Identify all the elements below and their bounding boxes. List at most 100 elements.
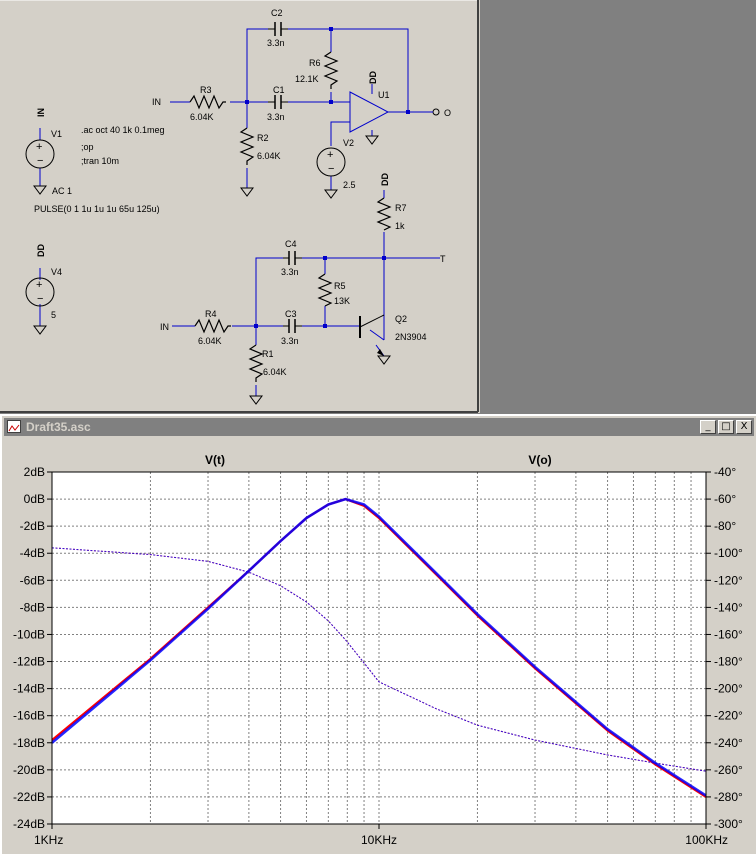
r3-name: R3 [200, 85, 212, 95]
left-tick-label: -24dB [13, 817, 45, 831]
r6-name: R6 [309, 58, 321, 68]
u1-name: U1 [378, 90, 390, 100]
r4-value: 6.04K [198, 336, 222, 346]
maximize-button[interactable]: □ [718, 420, 734, 434]
v1-name: V1 [51, 129, 62, 139]
right-tick-label: -200° [714, 682, 743, 696]
r1-name: R1 [262, 349, 274, 359]
r2-value: 6.04K [257, 151, 281, 161]
left-axis-ticks: 2dB 0dB -2dB -4dB -6dB -8dB -10dB -12dB -14dB -16… [13, 465, 52, 831]
wires-top [170, 28, 425, 190]
schematic-window[interactable]: + − + − + − IN O IN T C2 3.3n R6 12.1K R3 6… [0, 0, 480, 413]
r3-value: 6.04K [190, 112, 214, 122]
right-tick-label: -100° [714, 546, 743, 560]
window-title: Draft35.asc [26, 420, 91, 434]
legend-entry-1[interactable]: V(o) [528, 453, 551, 467]
left-tick-label: -14dB [13, 682, 45, 696]
left-tick-label: -2dB [20, 519, 45, 533]
v1-node-label: IN [36, 108, 46, 117]
v4-name: V4 [51, 267, 62, 277]
r5-name: R5 [334, 281, 346, 291]
label-in-bottom: IN [160, 322, 169, 332]
c2-value: 3.3n [267, 38, 285, 48]
ground-symbols [33, 135, 391, 405]
c4-name: C4 [285, 239, 297, 249]
x-tick-label: 1KHz [34, 833, 63, 847]
right-tick-label: -120° [714, 573, 743, 587]
left-tick-label: -6dB [20, 573, 45, 587]
r6-value: 12.1K [295, 74, 319, 84]
x-tick-label: 10KHz [361, 833, 397, 847]
r5-value: 13K [334, 296, 350, 306]
right-tick-label: -240° [714, 736, 743, 750]
left-tick-label: -22dB [13, 790, 45, 804]
right-tick-label: -40° [714, 465, 736, 479]
right-tick-label: -300° [714, 817, 743, 831]
u1-supply: DD [368, 71, 378, 84]
x-axis-ticks: 1KHz 10KHz 100KHz [34, 824, 728, 847]
close-button[interactable]: X [736, 420, 752, 434]
c3-name: C3 [285, 309, 297, 319]
c1-name: C1 [273, 85, 285, 95]
r7-name: R7 [395, 203, 407, 213]
voltage-source-glyphs [25, 139, 346, 307]
r1-value: 6.04K [263, 367, 287, 377]
r7-supply: DD [380, 173, 390, 186]
right-tick-label: -140° [714, 600, 743, 614]
svg-text:+: + [36, 141, 42, 153]
left-tick-label: -8dB [20, 600, 45, 614]
svg-text:−: − [37, 155, 43, 167]
waveform-app-icon[interactable] [7, 420, 21, 433]
right-tick-label: -280° [714, 790, 743, 804]
r2-name: R2 [257, 133, 269, 143]
left-tick-label: -16dB [13, 709, 45, 723]
svg-text:−: − [37, 293, 43, 305]
c1-value: 3.3n [267, 112, 285, 122]
q2-name: Q2 [395, 314, 407, 324]
v4-value: 5 [51, 310, 56, 320]
directive-op: ;op [81, 142, 94, 152]
c3-value: 3.3n [281, 336, 299, 346]
right-axis-ticks: -40° -60° -80° -100° -120° -140° -160° -180° -20… [706, 465, 743, 831]
c4-value: 3.3n [281, 267, 299, 277]
waveform-title-bar[interactable]: Draft35.asc _ □ X [4, 418, 754, 436]
r7-value: 1k [395, 221, 405, 231]
label-out-o: O [444, 108, 451, 118]
capacitor-glyphs [268, 22, 302, 333]
svg-text:−: − [328, 163, 334, 175]
bode-plot[interactable]: 2dB 0dB -2dB -4dB -6dB -8dB -10dB -12dB -14dB -16… [2, 438, 756, 854]
waveform-window[interactable]: Draft35.asc _ □ X 2dB 0dB -2dB -4dB -6dB -8dB… [0, 414, 756, 854]
left-tick-label: -4dB [20, 546, 45, 560]
left-tick-label: -10dB [13, 627, 45, 641]
right-tick-label: -80° [714, 519, 736, 533]
right-tick-label: -260° [714, 763, 743, 777]
right-tick-label: -220° [714, 709, 743, 723]
directive-ac: .ac oct 40 1k 0.1meg [81, 125, 165, 135]
v1-pulse: PULSE(0 1 1u 1u 1u 65u 125u) [34, 204, 160, 214]
left-tick-label: 2dB [24, 465, 45, 479]
v2-value: 2.5 [343, 180, 356, 190]
output-o-terminal [432, 108, 440, 116]
minimize-button[interactable]: _ [700, 420, 716, 434]
left-tick-label: 0dB [24, 492, 45, 506]
schematic-canvas[interactable]: + − + − + − IN O IN T C2 3.3n R6 12.1K R3 6… [0, 0, 480, 413]
legend-entry-0[interactable]: V(t) [205, 453, 225, 467]
v2-name: V2 [343, 138, 354, 148]
label-out-t: T [440, 254, 446, 264]
right-tick-label: -160° [714, 627, 743, 641]
svg-text:+: + [327, 149, 333, 161]
v1-value: AC 1 [52, 186, 72, 196]
right-tick-label: -180° [714, 655, 743, 669]
svg-text:+: + [36, 279, 42, 291]
right-tick-label: -60° [714, 492, 736, 506]
transistor-emitter-arrow [377, 349, 384, 356]
label-in-top: IN [152, 97, 161, 107]
transistor-collector [359, 314, 385, 328]
plot-legend[interactable]: V(t) V(o) [205, 453, 552, 467]
directive-tran: ;tran 10m [81, 156, 119, 166]
r4-name: R4 [205, 309, 217, 319]
left-tick-label: -12dB [13, 655, 45, 669]
left-tick-label: -20dB [13, 763, 45, 777]
q2-model: 2N3904 [395, 332, 427, 342]
v4-node-label: DD [36, 244, 46, 257]
